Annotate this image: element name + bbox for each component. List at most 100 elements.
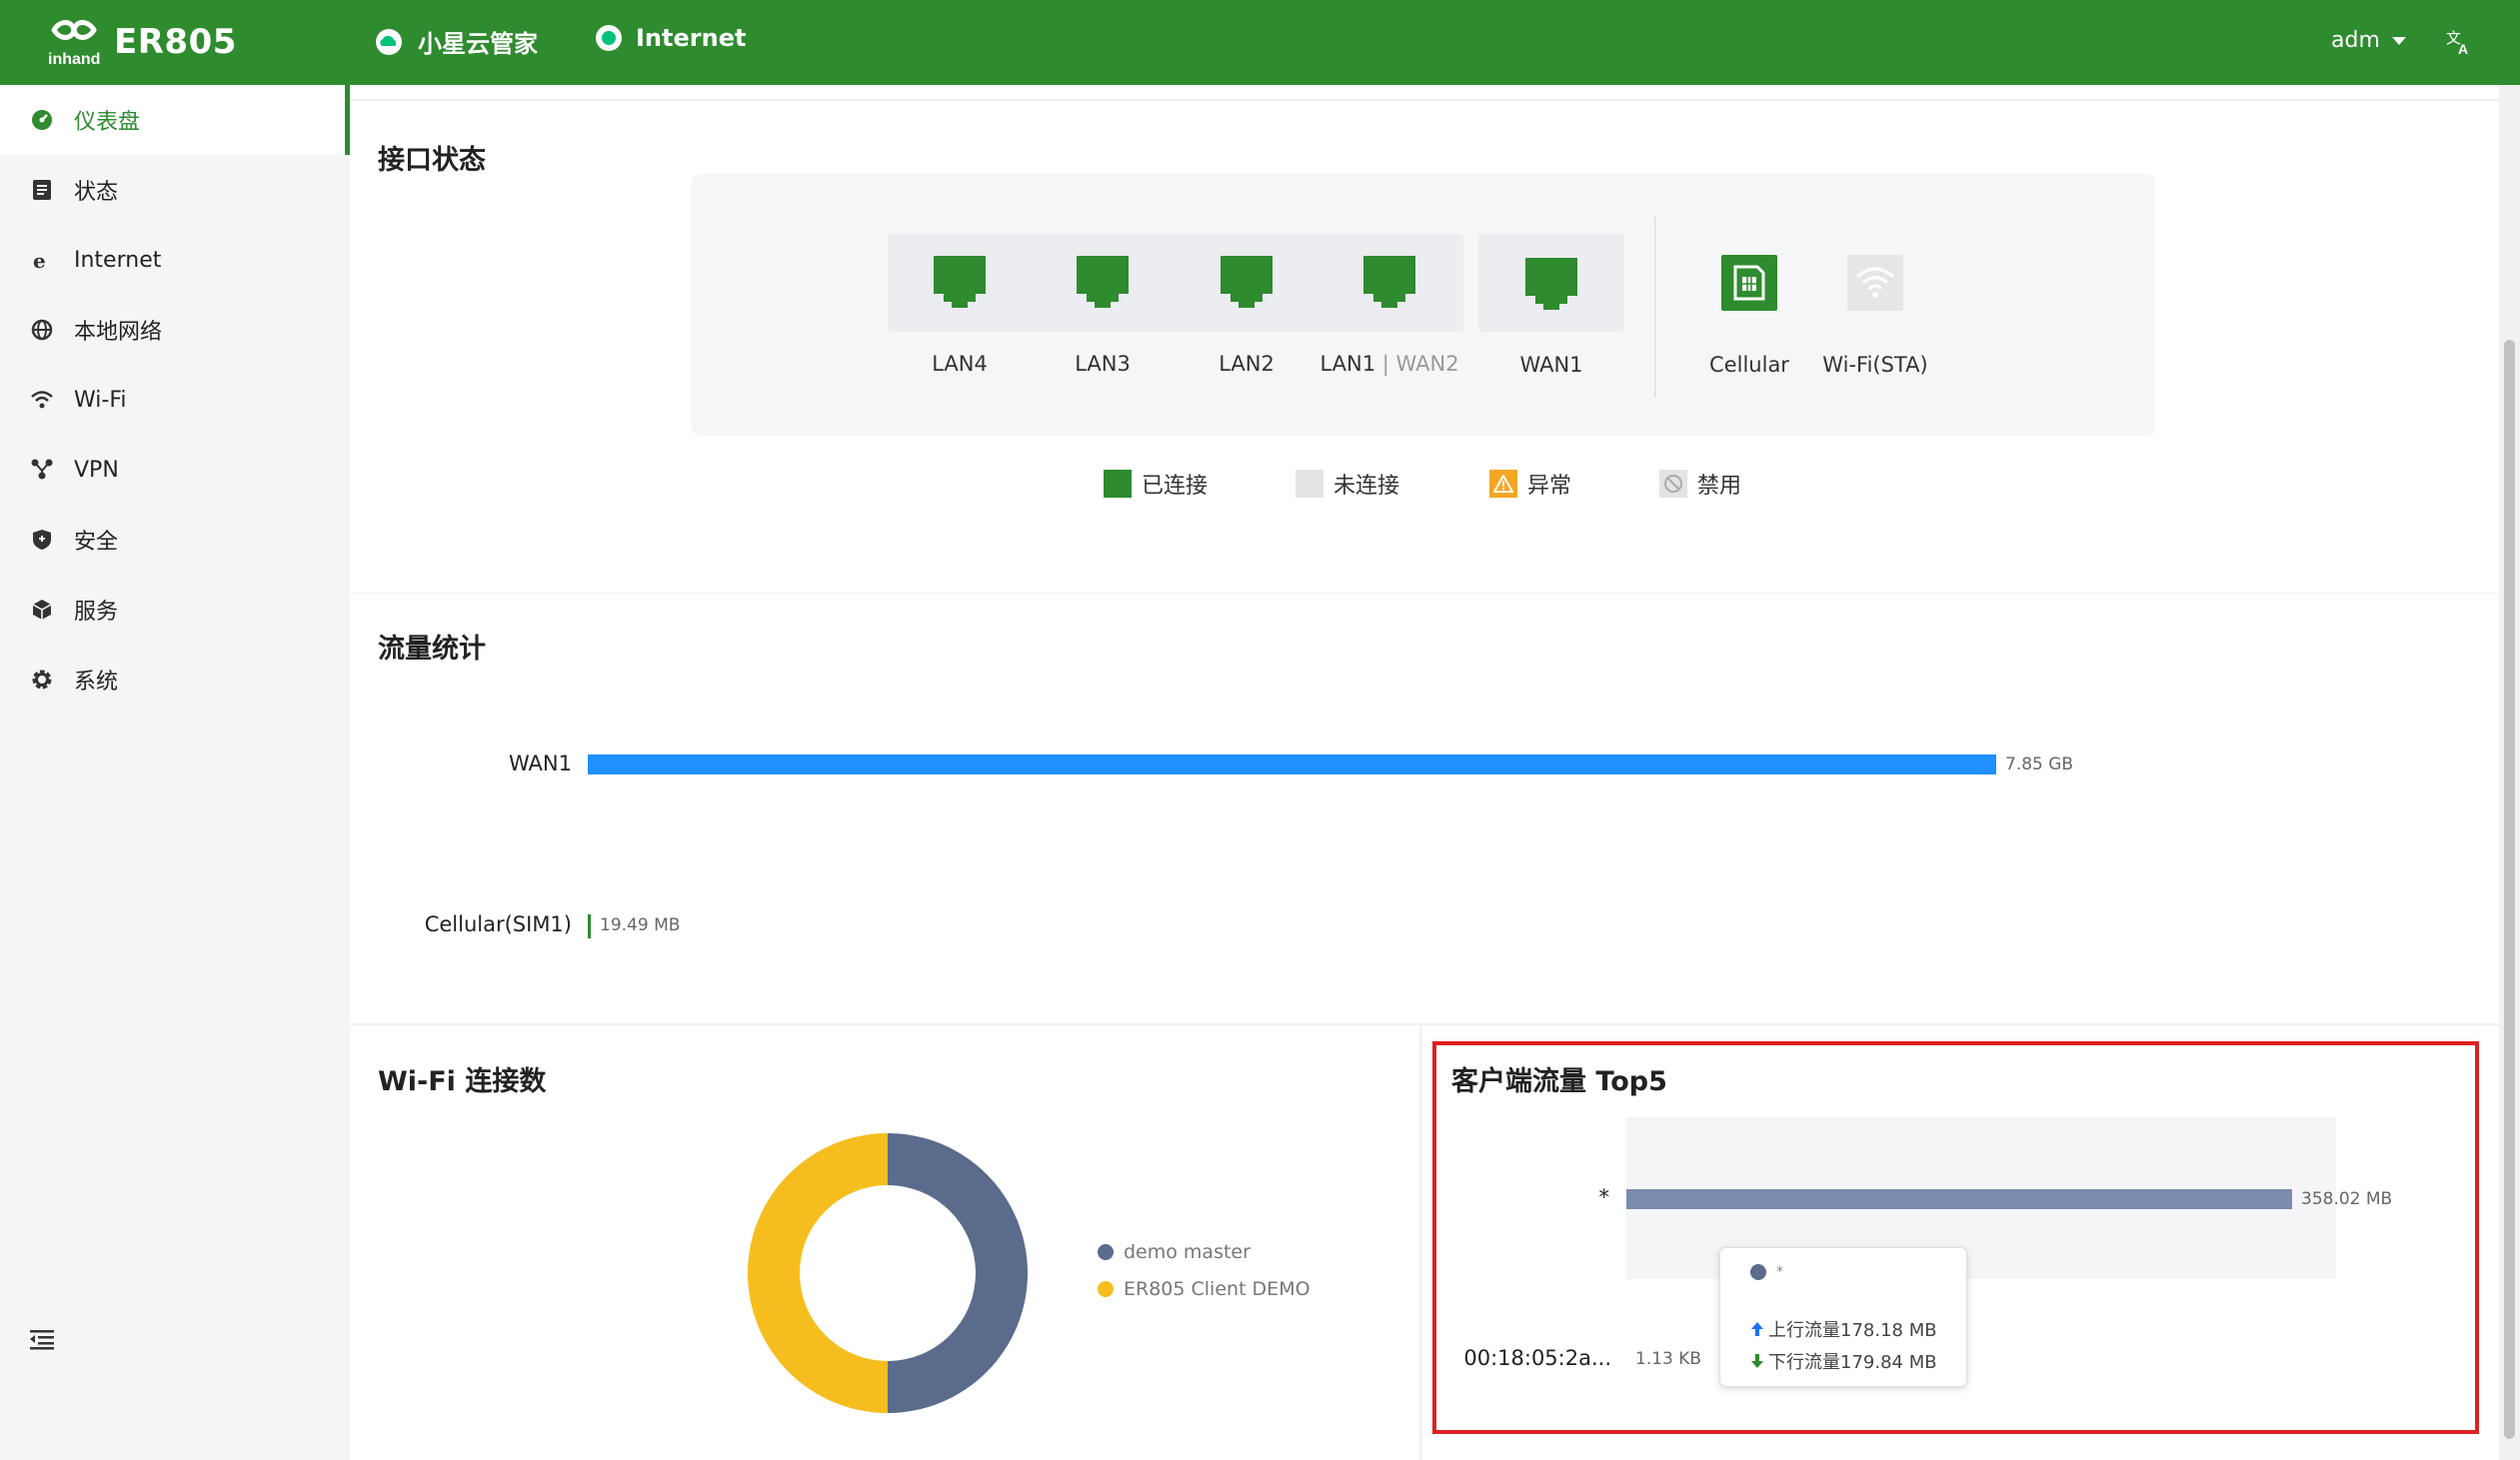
legend-er805-client[interactable]: ER805 Client DEMO	[1098, 1278, 1310, 1300]
cellular-traffic-bar[interactable]	[588, 914, 591, 938]
ethernet-port-icon[interactable]	[932, 254, 988, 310]
internet-status-icon	[596, 25, 622, 51]
sidebar-item-vpn[interactable]: VPN	[0, 435, 350, 505]
sidebar-item-local-network[interactable]: 本地网络	[0, 295, 350, 365]
tooltip-series: *	[1750, 1264, 1783, 1280]
internet-label: Internet	[636, 24, 747, 52]
arrow-down-icon	[1751, 1354, 1763, 1368]
wifi-sta-icon[interactable]	[1847, 255, 1903, 311]
sidebar-item-dashboard[interactable]: 仪表盘	[0, 85, 350, 155]
user-menu[interactable]: adm	[2331, 28, 2406, 53]
sidebar: 仪表盘 状态 e Internet 本地网络 Wi-Fi VPN 安全 服务 系…	[0, 85, 350, 1460]
disconnected-swatch-icon	[1295, 470, 1323, 498]
sidebar-item-label: 仪表盘	[74, 110, 141, 135]
bar-label: Cellular(SIM1)	[424, 912, 572, 936]
sidebar-item-status[interactable]: 状态	[0, 155, 350, 225]
page-scrollbar[interactable]	[2499, 85, 2520, 1460]
bar-value: 358.02 MB	[2301, 1189, 2393, 1209]
bar-label: *	[1598, 1185, 1610, 1209]
wan1-traffic-bar[interactable]	[588, 754, 1996, 774]
sidebar-item-security[interactable]: 安全	[0, 505, 350, 575]
port-label-wifi-sta: Wi-Fi(STA)	[1822, 353, 1928, 377]
sidebar-item-label: 本地网络	[74, 320, 163, 345]
wifi-icon	[30, 388, 54, 412]
port-label-lan2: LAN2	[1219, 352, 1274, 376]
port-label-lan1: LAN1 | WAN2	[1319, 352, 1459, 376]
svg-text:A: A	[2458, 41, 2468, 56]
dashboard-icon	[30, 108, 54, 132]
donut-slice-demo-master	[888, 1133, 1028, 1413]
cube-icon	[30, 598, 54, 622]
connected-swatch-icon	[1104, 470, 1132, 498]
legend-abnormal: 异常	[1489, 468, 1571, 500]
collapse-menu-icon[interactable]	[28, 1327, 56, 1351]
ethernet-port-icon[interactable]	[1361, 254, 1417, 310]
divider	[350, 99, 2499, 101]
bar-value: 19.49 MB	[600, 915, 681, 935]
shield-icon	[30, 528, 54, 552]
traffic-panel	[350, 594, 2499, 1023]
sim-card-icon[interactable]	[1721, 255, 1777, 311]
tooltip-download: 下行流量179.84 MB	[1750, 1348, 1937, 1374]
bar-label: WAN1	[508, 751, 572, 775]
cloud-manager-link[interactable]: 小星云管家	[374, 24, 538, 59]
port-label-lan3: LAN3	[1075, 352, 1131, 376]
status-icon	[30, 178, 54, 202]
chart-tooltip: * 上行流量178.18 MB 下行流量179.84 MB	[1719, 1247, 1967, 1387]
port-sublabel-wan2: WAN2	[1395, 352, 1459, 376]
sidebar-item-label: 服务	[74, 600, 119, 625]
port-label-cellular: Cellular	[1709, 353, 1789, 377]
port-label-wan1: WAN1	[1519, 353, 1583, 377]
tooltip-upload: 上行流量178.18 MB	[1750, 1316, 1937, 1342]
inhand-logo-icon: inhand	[48, 20, 100, 68]
legend-dot-icon	[1750, 1264, 1766, 1280]
donut-slice-er805-client	[748, 1133, 888, 1413]
traffic-title: 流量统计	[378, 634, 486, 665]
sidebar-item-system[interactable]: 系统	[0, 645, 350, 715]
ethernet-port-icon[interactable]	[1219, 254, 1274, 310]
svg-text:e: e	[33, 249, 46, 271]
sidebar-item-label: Wi-Fi	[74, 387, 127, 413]
internet-status[interactable]: Internet	[596, 24, 746, 52]
scrollbar-thumb[interactable]	[2504, 340, 2515, 1439]
sidebar-item-label: VPN	[74, 457, 119, 483]
chevron-down-icon	[2391, 36, 2406, 45]
sidebar-item-label: 系统	[74, 670, 119, 695]
wifi-donut-chart	[748, 1133, 1028, 1413]
legend-demo-master[interactable]: demo master	[1098, 1241, 1251, 1263]
language-icon[interactable]: 文 A	[2445, 28, 2473, 56]
product-name: ER805	[114, 22, 237, 62]
logo[interactable]: inhand ER805	[44, 16, 237, 68]
globe-icon	[30, 318, 54, 342]
sidebar-item-wifi[interactable]: Wi-Fi	[0, 365, 350, 435]
sidebar-item-label: Internet	[74, 247, 162, 273]
top-header: inhand ER805 小星云管家 Internet adm 文 A	[0, 0, 2520, 85]
legend-dot-icon	[1098, 1281, 1114, 1297]
sidebar-item-internet[interactable]: e Internet	[0, 225, 350, 295]
sidebar-item-label: 安全	[74, 530, 119, 555]
legend-disconnected: 未连接	[1295, 468, 1399, 500]
wifi-title: Wi-Fi 连接数	[378, 1066, 547, 1097]
disabled-icon	[1659, 470, 1687, 498]
bar-value: 1.13 KB	[1635, 1349, 1702, 1369]
svg-text:inhand: inhand	[48, 51, 100, 68]
ethernet-port-icon[interactable]	[1075, 254, 1131, 310]
warning-icon	[1489, 470, 1517, 498]
client-traffic-bar[interactable]	[1626, 1189, 2292, 1209]
legend-disabled: 禁用	[1659, 468, 1741, 500]
bar-label: 00:18:05:2a...	[1463, 1346, 1611, 1370]
vpn-icon	[30, 458, 54, 482]
sidebar-item-services[interactable]: 服务	[0, 575, 350, 645]
bar-value: 7.85 GB	[2005, 754, 2074, 774]
cloud-label: 小星云管家	[418, 30, 538, 58]
legend-dot-icon	[1098, 1244, 1114, 1260]
divider	[1654, 216, 1656, 398]
interface-status-title: 接口状态	[378, 145, 486, 176]
cloud-icon	[376, 28, 402, 55]
top5-title: 客户端流量 Top5	[1451, 1066, 1667, 1097]
gear-icon	[30, 668, 54, 692]
user-name: adm	[2331, 28, 2380, 53]
internet-icon: e	[30, 248, 54, 272]
ethernet-port-icon[interactable]	[1523, 256, 1579, 312]
arrow-up-icon	[1751, 1322, 1763, 1336]
